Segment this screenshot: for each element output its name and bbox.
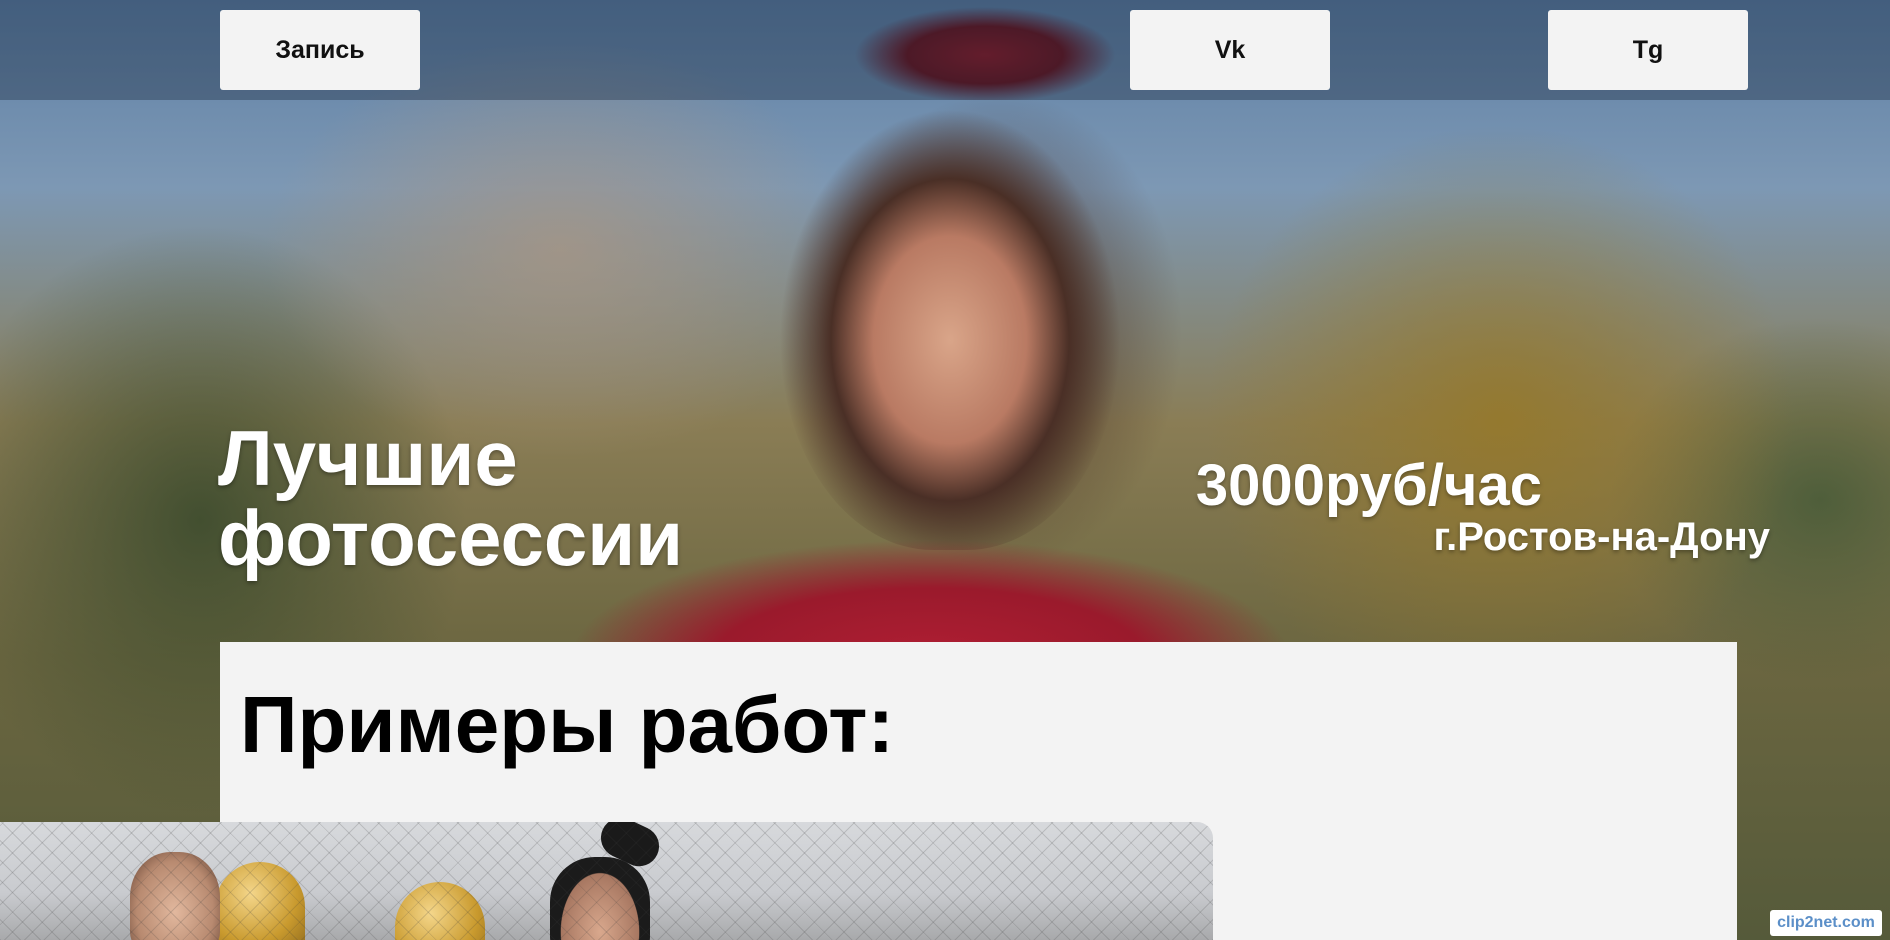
- hero-city: г.Ростов-на-Дону: [1433, 515, 1770, 559]
- tg-button[interactable]: Tg: [1548, 10, 1748, 90]
- work-example-photo[interactable]: [0, 822, 1213, 940]
- hero-title: Лучшие фотосессии: [218, 418, 838, 578]
- vk-button[interactable]: Vk: [1130, 10, 1330, 90]
- hero-title-line2: фотосессии: [218, 494, 684, 582]
- clip2net-watermark: clip2net.com: [1770, 910, 1882, 936]
- top-nav-bar: Запись Vk Tg: [0, 0, 1890, 100]
- works-title: Примеры работ:: [240, 680, 895, 769]
- hero-price: 3000руб/час: [1195, 453, 1542, 518]
- book-button[interactable]: Запись: [220, 10, 420, 90]
- hero-title-line1: Лучшие: [218, 414, 518, 502]
- sports-net-overlay: [0, 822, 1213, 940]
